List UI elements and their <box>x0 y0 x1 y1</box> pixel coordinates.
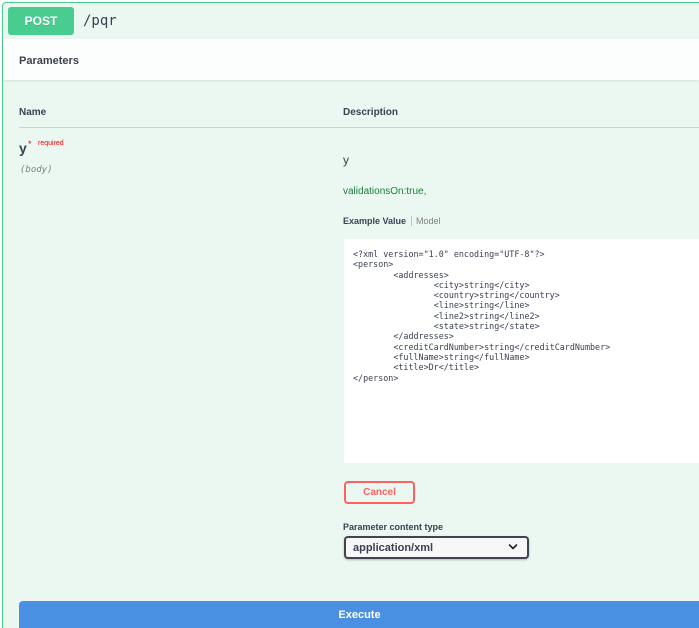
example-tabs: Example Value Model <box>343 216 441 226</box>
execute-button[interactable]: Execute <box>19 601 699 628</box>
required-star: * <box>28 139 32 149</box>
parameter-meta: validationsOn:true, <box>343 186 427 197</box>
parameter-name: y <box>19 140 27 156</box>
parameter-location: (body) <box>20 165 53 175</box>
example-value-text[interactable]: <?xml version="1.0" encoding="UTF-8"?> <… <box>353 249 610 383</box>
cancel-button[interactable]: Cancel <box>344 481 415 504</box>
tab-example-value[interactable]: Example Value <box>343 216 413 226</box>
chevron-down-icon <box>508 544 518 550</box>
header-divider <box>19 127 699 128</box>
content-type-value: application/xml <box>353 542 434 554</box>
column-header-description: Description <box>343 107 399 118</box>
parameter-description: y <box>343 153 349 167</box>
required-label: required <box>38 140 64 147</box>
parameters-title: Parameters <box>19 55 79 67</box>
operation-path: /pqr <box>83 13 117 29</box>
content-type-label: Parameter content type <box>343 522 444 532</box>
content-type-select[interactable]: application/xml <box>344 536 529 559</box>
operation-block: POST /pqr Parameters Name Description y … <box>2 2 699 628</box>
operation-summary[interactable]: POST /pqr <box>3 3 699 39</box>
parameters-header: Parameters <box>3 39 699 80</box>
method-badge: POST <box>8 7 74 35</box>
tab-model[interactable]: Model <box>412 216 441 226</box>
body-editor[interactable]: <?xml version="1.0" encoding="UTF-8"?> <… <box>344 239 699 463</box>
column-header-name: Name <box>19 107 47 118</box>
